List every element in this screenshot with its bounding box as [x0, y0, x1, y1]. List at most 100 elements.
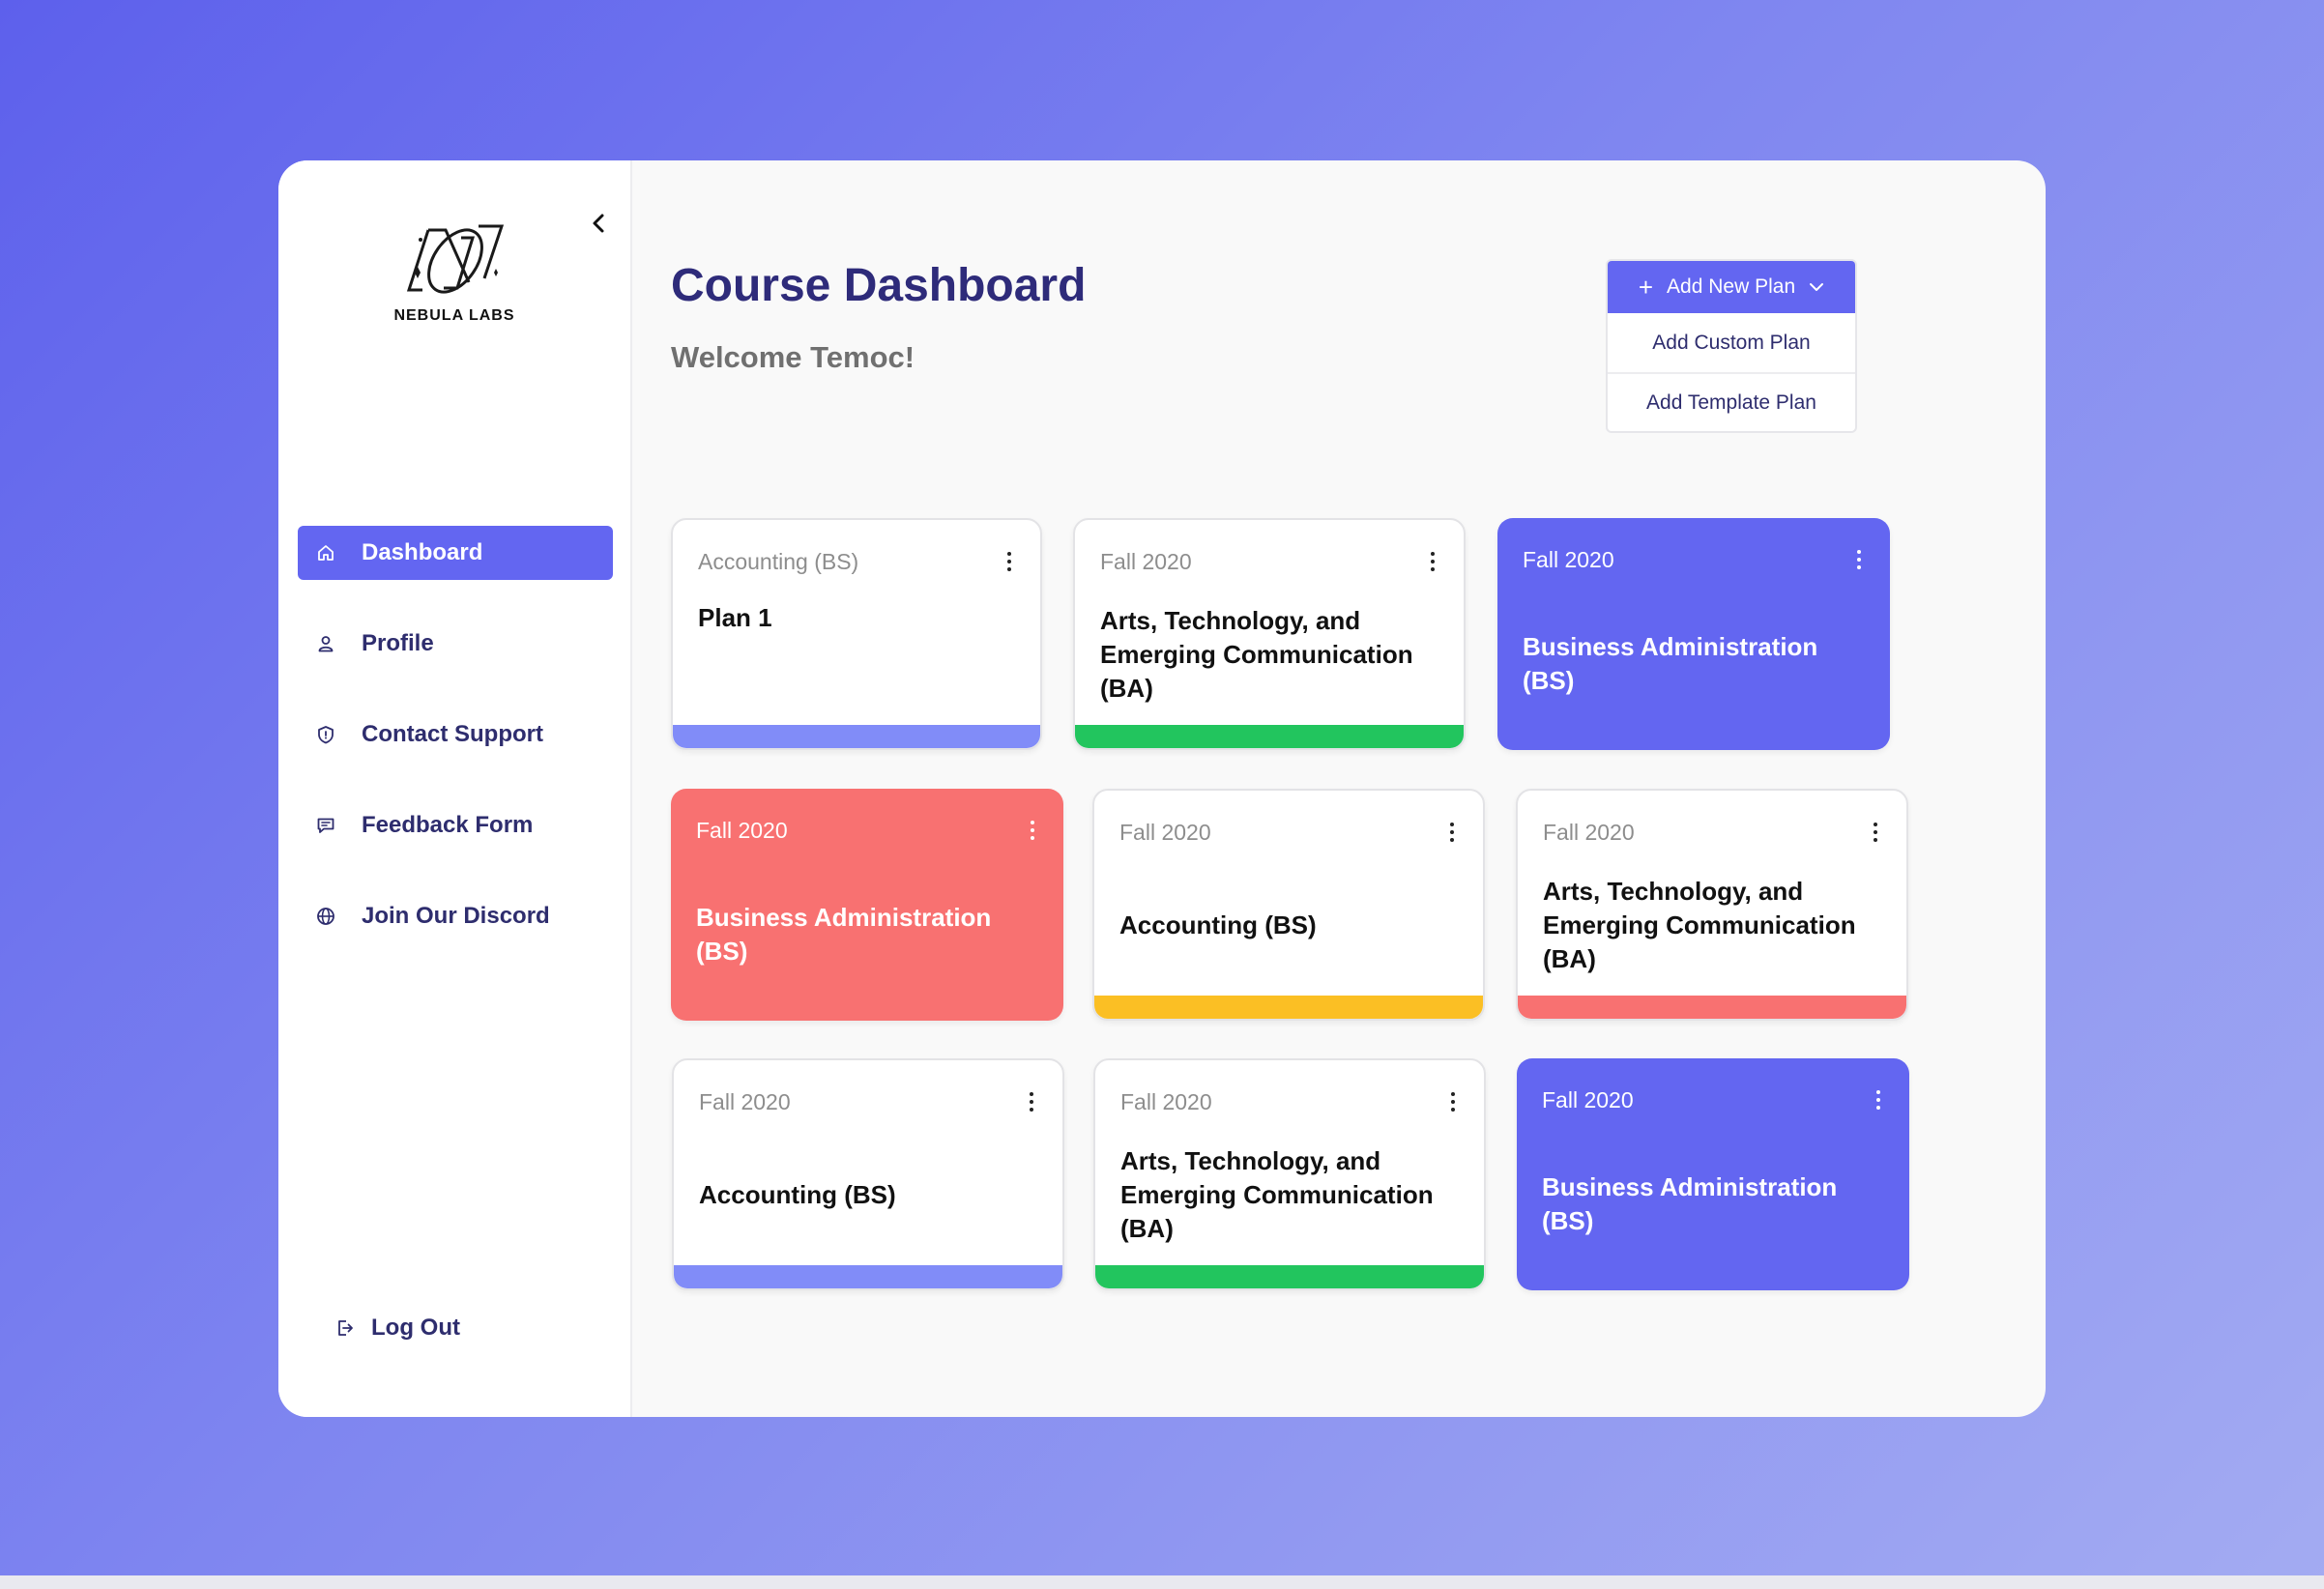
plan-card[interactable]: Fall 2020 Business Administration (BS) [671, 789, 1063, 1021]
more-options-icon[interactable] [1000, 549, 1019, 574]
sidebar-item-dashboard[interactable]: Dashboard [298, 526, 613, 580]
plan-card[interactable]: Fall 2020 Business Administration (BS) [1517, 1058, 1909, 1290]
menu-dot [1451, 1092, 1455, 1096]
plus-icon: + [1638, 273, 1654, 302]
sidebar-item-profile[interactable]: Profile [298, 617, 613, 671]
menu-dot [1431, 567, 1435, 571]
plan-title-line: (BS) [696, 937, 748, 966]
more-options-icon[interactable] [1023, 818, 1042, 843]
plan-title-line: Business Administration [1523, 632, 1818, 661]
sidebar-item-label: Profile [362, 630, 434, 656]
more-options-icon[interactable] [1849, 547, 1869, 572]
plan-color-bar [1075, 725, 1464, 748]
sidebar-item-label: Dashboard [362, 539, 483, 565]
plan-title: Business Administration (BS) [1542, 1170, 1837, 1238]
menu-dot [1030, 1108, 1033, 1112]
plan-title: Business Administration (BS) [696, 901, 991, 968]
more-options-icon[interactable] [1866, 820, 1885, 845]
plan-term: Fall 2020 [1523, 547, 1614, 572]
plan-title-line: Emerging Communication [1100, 639, 1413, 669]
plan-title-line: (BS) [1523, 666, 1575, 695]
menu-dot [1876, 1090, 1880, 1094]
plan-title-line: Arts, Technology, and [1543, 876, 1804, 906]
add-new-plan-label: Add New Plan [1667, 275, 1796, 298]
plan-title: Business Administration (BS) [1523, 630, 1817, 698]
more-options-icon[interactable] [1022, 1089, 1041, 1114]
more-options-icon[interactable] [1423, 549, 1442, 574]
plan-term: Accounting (BS) [698, 549, 859, 574]
menu-dot [1450, 823, 1454, 826]
plan-card[interactable]: Fall 2020 Accounting (BS) [672, 1058, 1064, 1290]
menu-dot [1450, 838, 1454, 842]
app-window: NEBULA LABS Dashboard Profile Contact Su… [278, 160, 2046, 1417]
shield-icon [315, 724, 336, 745]
add-custom-plan-option[interactable]: Add Custom Plan [1608, 313, 1855, 372]
plan-term: Fall 2020 [1119, 820, 1211, 845]
menu-dot [1031, 828, 1034, 832]
menu-dot [1030, 1092, 1033, 1096]
logo: NEBULA LABS [387, 220, 522, 325]
sidebar-item-label: Feedback Form [362, 812, 534, 838]
logout-label: Log Out [371, 1315, 460, 1341]
collapse-sidebar-button[interactable] [584, 209, 613, 238]
plan-title: Accounting (BS) [1119, 909, 1317, 942]
welcome-message: Welcome Temoc! [671, 340, 915, 374]
menu-dot [1007, 560, 1011, 563]
sidebar-item-label: Contact Support [362, 721, 543, 747]
plan-title-line: (BA) [1120, 1213, 1174, 1243]
plan-card[interactable]: Fall 2020 Accounting (BS) [1092, 789, 1485, 1021]
menu-dot [1874, 830, 1877, 834]
chevron-left-icon [593, 214, 604, 233]
plan-title-line: (BA) [1100, 673, 1153, 703]
sidebar-item-join-discord[interactable]: Join Our Discord [298, 889, 613, 943]
add-plan-dropdown: + Add New Plan Add Custom Plan Add Templ… [1606, 259, 1857, 433]
plan-color-bar [1518, 996, 1906, 1019]
chevron-down-icon [1809, 282, 1824, 292]
more-options-icon[interactable] [1869, 1087, 1888, 1112]
plan-color-bar [1094, 996, 1483, 1019]
more-options-icon[interactable] [1443, 1089, 1463, 1114]
menu-dot [1876, 1106, 1880, 1110]
chat-icon [315, 815, 336, 836]
plan-card[interactable]: Fall 2020 Arts, Technology, and Emerging C… [1093, 1058, 1486, 1290]
plan-card[interactable]: Fall 2020 Business Administration (BS) [1497, 518, 1890, 750]
user-icon [315, 633, 336, 654]
globe-icon [315, 906, 336, 927]
plan-color-bar [674, 1265, 1062, 1288]
plan-term: Fall 2020 [699, 1089, 791, 1114]
plan-card[interactable]: Fall 2020 Arts, Technology, and Emerging C… [1516, 789, 1908, 1021]
add-template-plan-option[interactable]: Add Template Plan [1608, 372, 1855, 431]
page-bottom-edge [0, 1575, 2324, 1589]
plan-card[interactable]: Accounting (BS) Plan 1 [671, 518, 1042, 750]
menu-dot [1874, 838, 1877, 842]
menu-dot [1431, 552, 1435, 556]
sidebar-item-feedback-form[interactable]: Feedback Form [298, 798, 613, 852]
more-options-icon[interactable] [1442, 820, 1462, 845]
plan-title: Accounting (BS) [699, 1178, 896, 1212]
plan-title-line: Emerging Communication [1120, 1179, 1434, 1209]
main-content: Course Dashboard Welcome Temoc! + Add Ne… [632, 160, 2046, 1417]
plan-term: Fall 2020 [1542, 1087, 1634, 1112]
add-new-plan-button[interactable]: + Add New Plan [1608, 261, 1855, 313]
menu-dot [1450, 830, 1454, 834]
menu-dot [1874, 823, 1877, 826]
menu-dot [1031, 836, 1034, 840]
plan-title-line: Arts, Technology, and [1100, 605, 1361, 635]
home-icon [315, 542, 336, 563]
menu-dot [1030, 1100, 1033, 1104]
plan-card[interactable]: Fall 2020 Arts, Technology, and Emerging C… [1073, 518, 1466, 750]
sidebar-item-label: Join Our Discord [362, 903, 550, 929]
logout-button[interactable]: Log Out [334, 1315, 460, 1342]
plan-title-line: Business Administration [1542, 1172, 1838, 1201]
plan-title-line: (BA) [1543, 943, 1596, 973]
plan-term: Fall 2020 [696, 818, 788, 843]
plan-title-line: (BS) [1542, 1206, 1594, 1235]
plan-title-line: Accounting (BS) [699, 1179, 896, 1209]
plan-title-line: Business Administration [696, 903, 992, 932]
plan-title-line: Emerging Communication [1543, 910, 1856, 939]
plan-color-bar [673, 725, 1040, 748]
sidebar-item-contact-support[interactable]: Contact Support [298, 708, 613, 762]
sidebar-nav: Dashboard Profile Contact Support Feedba… [298, 526, 613, 980]
menu-dot [1451, 1100, 1455, 1104]
plan-title: Plan 1 [698, 601, 772, 635]
